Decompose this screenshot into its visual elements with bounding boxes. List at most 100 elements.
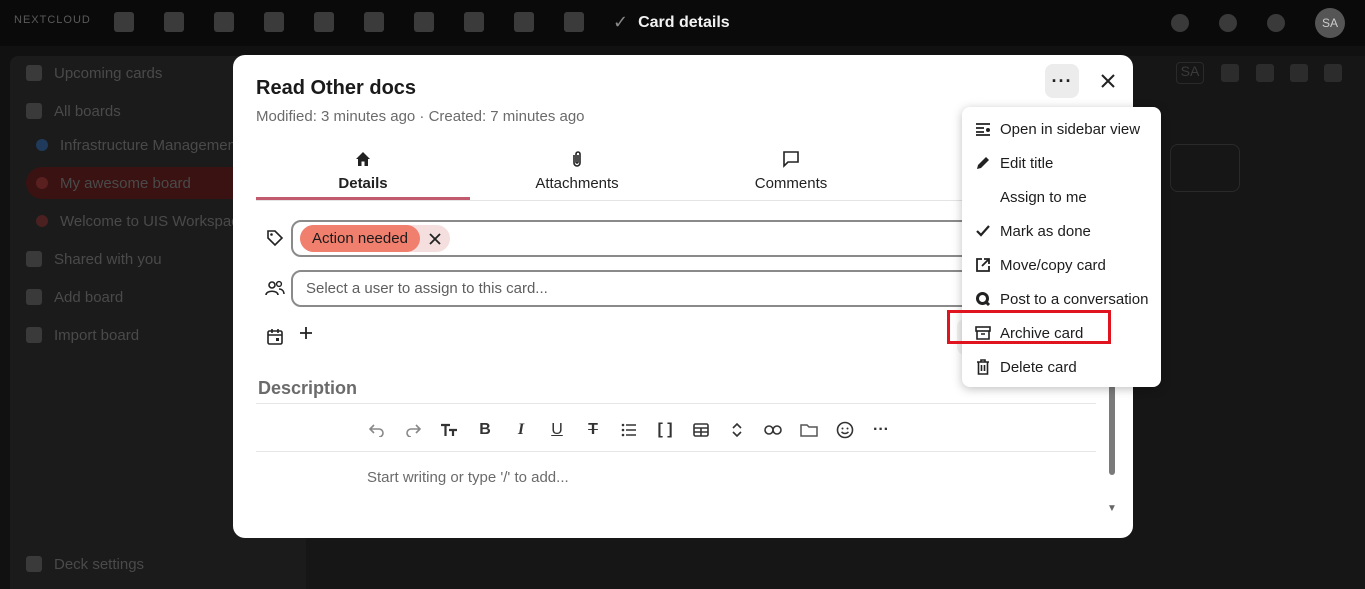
filter-icon[interactable] — [1256, 64, 1274, 82]
tab-comments[interactable]: Comments — [684, 145, 898, 200]
search-icon[interactable] — [1171, 14, 1189, 32]
text-size-button[interactable] — [431, 417, 467, 443]
sidebar-item-board-infrastructure[interactable]: Infrastructure Management — [26, 134, 240, 156]
menu-item-label: Assign to me — [1000, 188, 1087, 206]
remove-tag-button[interactable] — [420, 232, 450, 245]
apps-grid-icon[interactable] — [114, 12, 134, 32]
emoji-button[interactable] — [827, 417, 863, 443]
card-meta: Modified: 3 minutes ago · Created: 7 min… — [256, 108, 585, 125]
search-app-icon[interactable] — [164, 12, 184, 32]
add-due-date-button[interactable] — [299, 326, 313, 340]
calendar-app-icon[interactable] — [464, 12, 484, 32]
underline-button[interactable]: U — [539, 417, 575, 443]
sidebar-item-upcoming[interactable]: Upcoming cards — [26, 62, 162, 84]
unfold-icon — [732, 422, 742, 438]
more-actions-button[interactable]: ··· — [1045, 64, 1079, 98]
board-user-badge[interactable]: SA — [1176, 62, 1204, 84]
description-editor[interactable]: Start writing or type '/' to add... — [367, 469, 569, 486]
scroll-down-arrow-icon[interactable]: ▼ — [1107, 503, 1117, 514]
page-title-text: Card details — [638, 13, 730, 31]
close-button[interactable] — [1093, 66, 1123, 96]
list-icon — [621, 423, 636, 437]
calendar-icon[interactable] — [264, 326, 286, 348]
notes-icon[interactable] — [514, 12, 534, 32]
board-color-dot — [36, 215, 48, 227]
menu-item-mark-done[interactable]: Mark as done — [962, 214, 1161, 248]
more-formatting-button[interactable]: ··· — [863, 417, 899, 443]
menu-item-open-sidebar[interactable]: Open in sidebar view — [962, 112, 1161, 146]
sidebar-item-board-awesome[interactable]: My awesome board — [26, 172, 191, 194]
scrollbar-thumb[interactable] — [1109, 385, 1115, 475]
sidebar-item-import-board[interactable]: Import board — [26, 324, 139, 346]
italic-button[interactable]: I — [503, 417, 539, 443]
close-icon — [429, 232, 441, 245]
sidebar-item-add-board[interactable]: Add board — [26, 286, 123, 308]
assignees-icon — [264, 277, 286, 299]
paperclip-icon — [570, 149, 584, 169]
mail-icon[interactable] — [364, 12, 384, 32]
attach-file-button[interactable] — [791, 417, 827, 443]
highlight-box — [947, 310, 1111, 344]
sidebar-item-shared[interactable]: Shared with you — [26, 248, 162, 270]
table-icon — [693, 423, 709, 437]
tab-attachments-label: Attachments — [535, 175, 619, 192]
menu-item-label: Open in sidebar view — [1000, 120, 1141, 138]
activity-icon[interactable] — [314, 12, 334, 32]
app-menu — [114, 12, 584, 32]
link-button[interactable] — [755, 417, 791, 443]
tab-details[interactable]: Details — [256, 145, 470, 200]
menu-item-delete-card[interactable]: Delete card — [962, 350, 1161, 384]
tags-select[interactable]: Action needed — [291, 220, 981, 257]
check-icon: ✓ — [613, 12, 629, 32]
sidebar-view-icon — [974, 120, 992, 138]
trash-icon — [974, 358, 992, 376]
sidebar-item-deck-settings[interactable]: Deck settings — [26, 553, 144, 575]
tab-details-label: Details — [338, 175, 388, 192]
sidebar-item-board-welcome[interactable]: Welcome to UIS Workspace — [26, 210, 247, 232]
check-icon — [974, 222, 992, 240]
photos-icon[interactable] — [264, 12, 284, 32]
menu-item-label: Delete card — [1000, 358, 1077, 376]
bold-icon: B — [479, 421, 491, 438]
code-block-button[interactable]: [ ] — [647, 417, 683, 443]
board-card[interactable] — [1170, 144, 1240, 192]
strikethrough-button[interactable]: T — [575, 417, 611, 443]
page-title: ✓ Card details — [613, 12, 730, 33]
more-icon[interactable] — [1290, 64, 1308, 82]
italic-icon: I — [517, 421, 525, 438]
card-title: Read Other docs — [256, 77, 417, 99]
contacts-menu-icon[interactable] — [1267, 14, 1285, 32]
tab-attachments[interactable]: Attachments — [470, 145, 684, 200]
menu-item-move-copy[interactable]: Move/copy card — [962, 248, 1161, 282]
board-tool-icon[interactable] — [1221, 64, 1239, 82]
assign-user-input[interactable]: Select a user to assign to this card... — [291, 270, 981, 307]
user-avatar[interactable]: SA — [1315, 8, 1345, 38]
divider — [256, 451, 1096, 452]
menu-item-edit-title[interactable]: Edit title — [962, 146, 1161, 180]
bullet-list-button[interactable] — [611, 417, 647, 443]
table-button[interactable] — [683, 417, 719, 443]
comment-icon — [782, 149, 800, 169]
external-link-icon — [974, 256, 992, 274]
contacts-icon[interactable] — [414, 12, 434, 32]
redo-button[interactable] — [395, 417, 431, 443]
notifications-icon[interactable] — [1219, 14, 1237, 32]
top-bar: NEXTCLOUD ✓ Card details SA — [0, 0, 1365, 46]
bold-button[interactable]: B — [467, 417, 503, 443]
sidebar-item-all-boards[interactable]: All boards — [26, 100, 121, 122]
redo-icon — [406, 424, 421, 437]
view-icon[interactable] — [1324, 64, 1342, 82]
deck-icon[interactable] — [564, 12, 584, 32]
menu-item-assign-to-me[interactable]: Assign to me — [962, 180, 1161, 214]
plus-icon — [26, 289, 42, 305]
undo-button[interactable] — [359, 417, 395, 443]
tab-comments-label: Comments — [754, 175, 828, 192]
gear-icon — [26, 556, 42, 572]
card-actions-menu: Open in sidebar view Edit title Assign t… — [962, 107, 1161, 387]
pencil-icon — [974, 154, 992, 172]
files-icon[interactable] — [214, 12, 234, 32]
tag-chip: Action needed — [300, 225, 450, 252]
emoji-icon — [836, 421, 854, 439]
expand-button[interactable] — [719, 417, 755, 443]
menu-item-label: Move/copy card — [1000, 256, 1106, 274]
